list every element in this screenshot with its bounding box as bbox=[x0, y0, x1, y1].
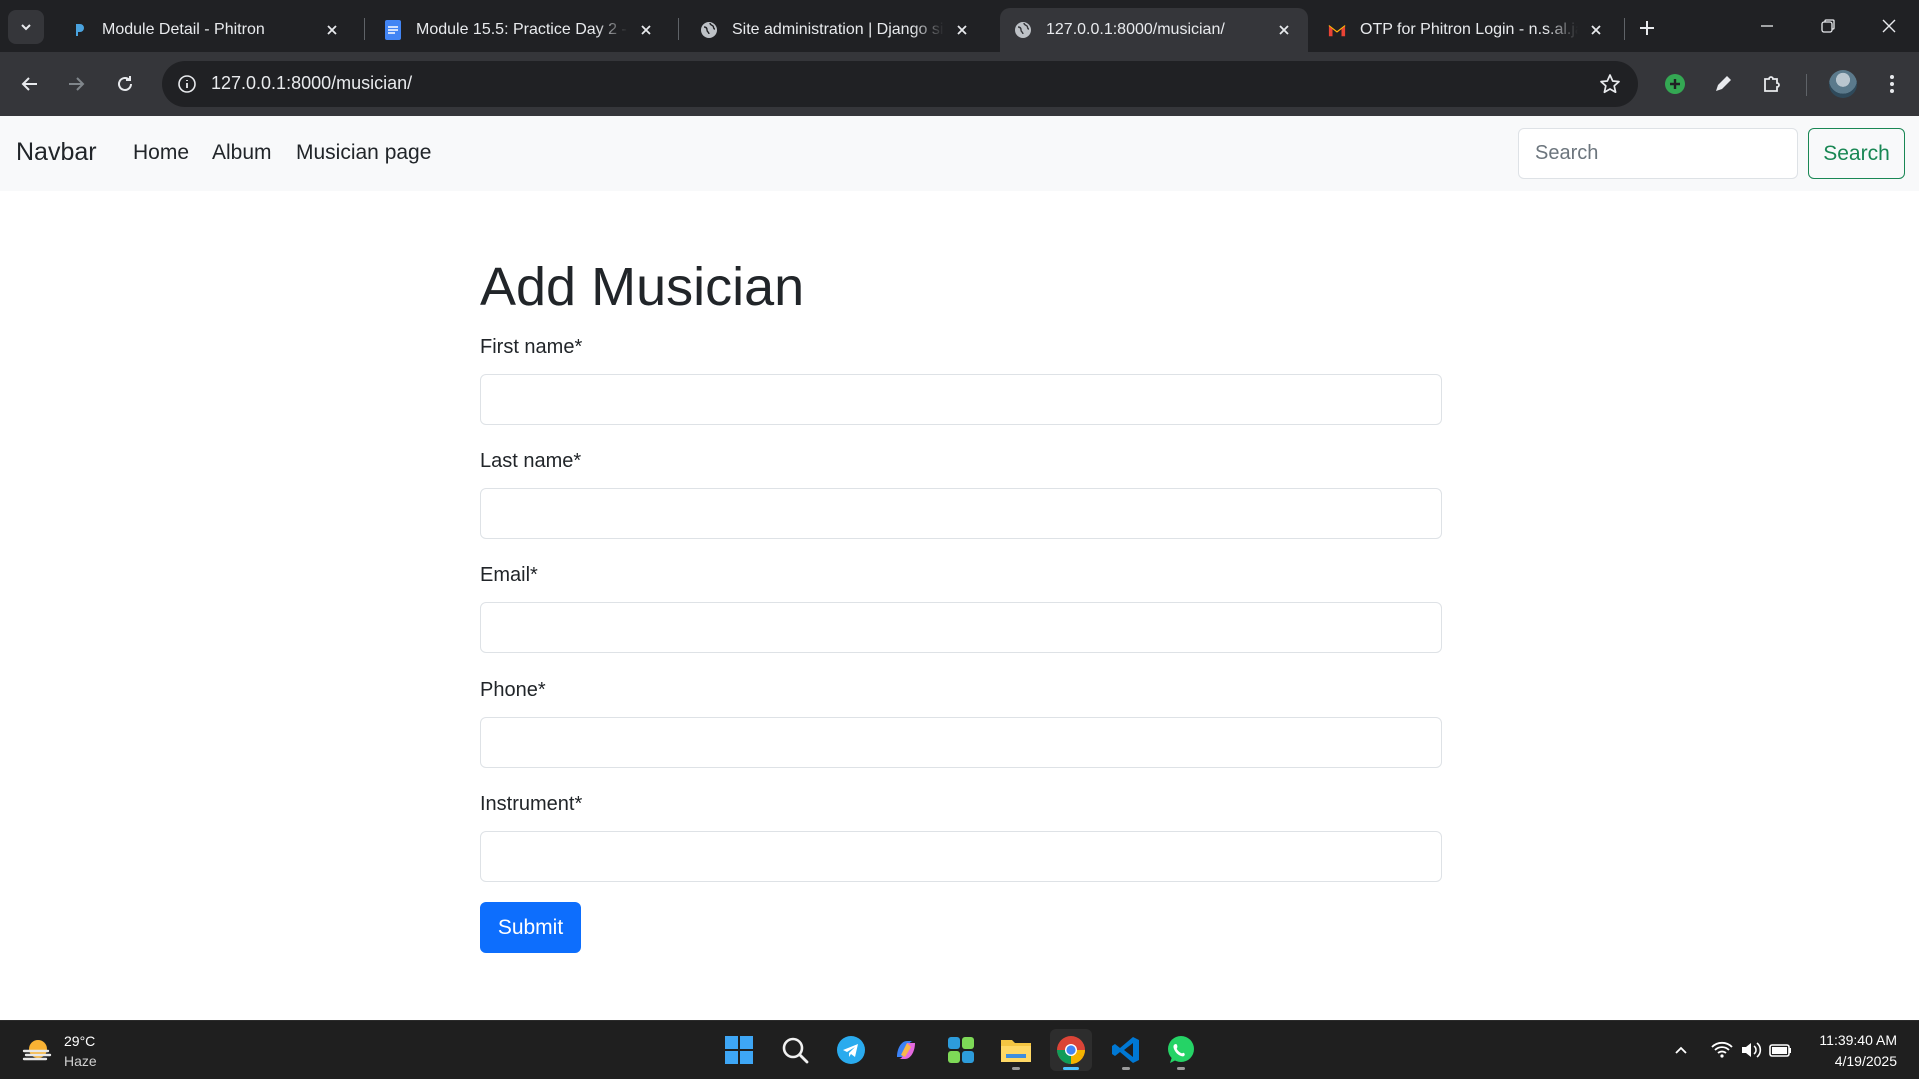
chrome-icon[interactable] bbox=[1050, 1029, 1092, 1071]
tab-title: 127.0.0.1:8000/musician/ bbox=[1046, 21, 1225, 38]
weather-condition: Haze bbox=[64, 1053, 97, 1069]
minimize-icon bbox=[1761, 25, 1773, 27]
copilot-icon[interactable] bbox=[885, 1029, 927, 1071]
arrow-left-icon bbox=[21, 77, 37, 91]
close-icon[interactable] bbox=[1586, 20, 1606, 40]
browser-tab-strip: Module Detail - Phitron Module 15.5: Pra… bbox=[0, 0, 1919, 52]
first-name-label: First name* bbox=[480, 336, 583, 358]
file-explorer-icon[interactable] bbox=[995, 1029, 1037, 1071]
browser-tab[interactable]: OTP for Phitron Login - n.s.al.jabir bbox=[1314, 8, 1620, 52]
site-navbar: Navbar Home Album Musician page Search bbox=[0, 116, 1919, 191]
instrument-label: Instrument* bbox=[480, 793, 583, 815]
close-icon[interactable] bbox=[322, 20, 342, 40]
restore-button[interactable] bbox=[1805, 8, 1851, 44]
email-label: Email* bbox=[480, 564, 538, 586]
page-title: Add Musician bbox=[480, 257, 805, 317]
weather-temperature: 29°C bbox=[64, 1033, 96, 1049]
running-indicator bbox=[1012, 1067, 1020, 1070]
search-icon[interactable] bbox=[774, 1029, 816, 1071]
chevron-down-icon bbox=[21, 24, 31, 31]
reload-button[interactable] bbox=[107, 66, 143, 102]
close-icon bbox=[1882, 19, 1896, 33]
reload-icon bbox=[118, 76, 132, 91]
browser-tab[interactable]: Site administration | Django site a bbox=[686, 8, 986, 52]
widgets-icon[interactable] bbox=[940, 1029, 982, 1071]
tab-separator bbox=[1624, 18, 1625, 40]
browser-tab[interactable]: Module Detail - Phitron bbox=[56, 8, 356, 52]
close-window-button[interactable] bbox=[1866, 8, 1912, 44]
phone-field[interactable] bbox=[480, 717, 1442, 768]
last-name-field[interactable] bbox=[480, 488, 1442, 539]
tab-title: Module Detail - Phitron bbox=[102, 21, 265, 38]
new-tab-button[interactable] bbox=[1633, 14, 1661, 42]
search-input[interactable] bbox=[1518, 128, 1798, 179]
navbar-brand[interactable]: Navbar bbox=[16, 138, 97, 167]
browser-tab[interactable]: Module 15.5: Practice Day 2 - Goo bbox=[370, 8, 670, 52]
search-button[interactable]: Search bbox=[1808, 128, 1905, 179]
close-icon[interactable] bbox=[952, 20, 972, 40]
vscode-icon[interactable] bbox=[1105, 1029, 1147, 1071]
back-button[interactable] bbox=[12, 66, 48, 102]
extensions-puzzle-icon[interactable] bbox=[1754, 66, 1790, 102]
google-docs-icon bbox=[384, 20, 402, 40]
pen-icon[interactable] bbox=[1705, 66, 1741, 102]
tab-title: OTP for Phitron Login - n.s.al.jabir bbox=[1360, 21, 1578, 38]
submit-button[interactable]: Submit bbox=[480, 902, 581, 953]
toolbar-divider bbox=[1806, 74, 1807, 96]
phitron-icon bbox=[70, 21, 88, 39]
whatsapp-icon[interactable] bbox=[1160, 1029, 1202, 1071]
browser-tab-active[interactable]: 127.0.0.1:8000/musician/ bbox=[1000, 8, 1308, 52]
last-name-label: Last name* bbox=[480, 450, 582, 472]
wifi-icon[interactable] bbox=[1709, 1037, 1735, 1063]
arrow-right-icon bbox=[69, 77, 85, 91]
active-indicator bbox=[1063, 1067, 1079, 1070]
tab-title: Site administration | Django site a bbox=[732, 21, 944, 38]
clock-time[interactable]: 11:39:40 AM bbox=[1819, 1032, 1897, 1048]
phone-label: Phone* bbox=[480, 679, 546, 701]
battery-icon[interactable] bbox=[1768, 1037, 1794, 1063]
close-icon[interactable] bbox=[1274, 20, 1294, 40]
gmail-icon bbox=[1328, 21, 1346, 39]
forward-button[interactable] bbox=[58, 66, 94, 102]
haze-sun-icon bbox=[22, 1040, 52, 1061]
more-menu-icon[interactable] bbox=[1874, 66, 1910, 102]
profile-avatar[interactable] bbox=[1829, 70, 1857, 98]
running-indicator bbox=[1122, 1067, 1130, 1070]
tab-separator bbox=[678, 18, 679, 40]
plus-icon bbox=[1640, 21, 1654, 35]
email-field[interactable] bbox=[480, 602, 1442, 653]
first-name-field[interactable] bbox=[480, 374, 1442, 425]
telegram-icon[interactable] bbox=[830, 1029, 872, 1071]
site-info-icon[interactable] bbox=[172, 69, 202, 99]
tab-separator bbox=[364, 18, 365, 40]
minimize-button[interactable] bbox=[1744, 8, 1790, 44]
tab-search-button[interactable] bbox=[8, 10, 44, 44]
address-bar[interactable]: 127.0.0.1:8000/musician/ bbox=[162, 61, 1638, 107]
instrument-field[interactable] bbox=[480, 831, 1442, 882]
restore-icon bbox=[1821, 19, 1835, 33]
windows-start-icon[interactable] bbox=[718, 1029, 760, 1071]
nav-link-album[interactable]: Album bbox=[212, 141, 272, 165]
browser-toolbar: 127.0.0.1:8000/musician/ bbox=[0, 52, 1919, 116]
bookmark-star-icon[interactable] bbox=[1596, 70, 1624, 98]
clock-date[interactable]: 4/19/2025 bbox=[1835, 1053, 1897, 1069]
running-indicator bbox=[1177, 1067, 1185, 1070]
extension-green-icon[interactable] bbox=[1657, 66, 1693, 102]
nav-link-home[interactable]: Home bbox=[133, 141, 189, 165]
close-icon[interactable] bbox=[636, 20, 656, 40]
web-page: Navbar Home Album Musician page Search A… bbox=[0, 116, 1919, 1020]
nav-link-musician-page[interactable]: Musician page bbox=[296, 141, 431, 165]
url-text[interactable]: 127.0.0.1:8000/musician/ bbox=[211, 73, 412, 94]
globe-icon bbox=[700, 21, 718, 39]
volume-icon[interactable] bbox=[1738, 1037, 1764, 1063]
chevron-up-icon[interactable] bbox=[1668, 1037, 1694, 1063]
windows-taskbar: 29°C Haze 11:39:40 AM 4/19/2025 bbox=[0, 1020, 1919, 1079]
globe-icon bbox=[1014, 21, 1032, 39]
tab-title: Module 15.5: Practice Day 2 - Goo bbox=[416, 21, 628, 38]
